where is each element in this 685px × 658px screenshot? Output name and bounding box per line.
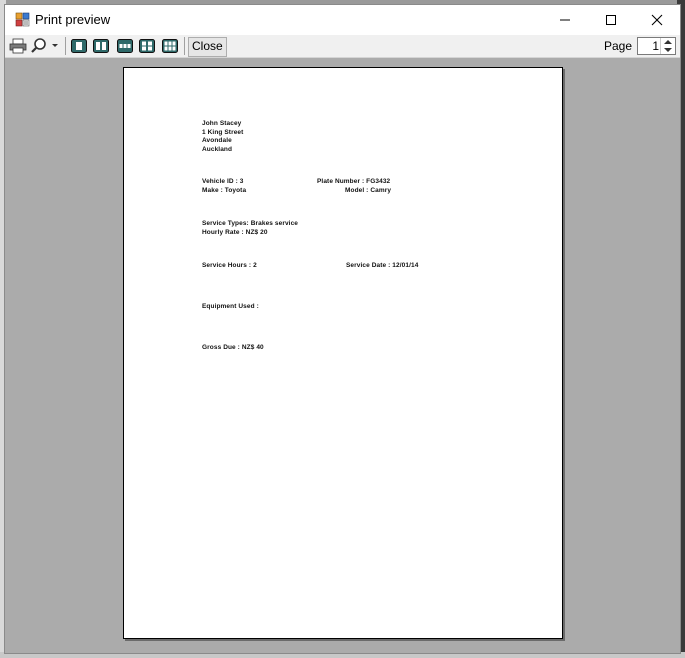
one-page-button[interactable] <box>71 38 87 54</box>
three-pages-icon <box>117 39 133 53</box>
address-suburb: Avondale <box>202 137 232 144</box>
spinner-arrows[interactable] <box>660 38 675 54</box>
minimize-icon <box>560 19 570 21</box>
spin-down-icon[interactable] <box>664 48 672 52</box>
zoom-icon <box>31 38 58 53</box>
four-pages-icon <box>139 39 155 53</box>
title-bar[interactable]: Print preview <box>5 5 680 35</box>
customer-name: John Stacey <box>202 120 242 127</box>
print-button[interactable] <box>9 38 27 54</box>
print-preview-app-icon <box>15 12 31 28</box>
close-button[interactable]: Close <box>188 37 227 57</box>
six-pages-button[interactable] <box>162 38 178 54</box>
service-types: Service Types: Brakes service <box>202 220 299 227</box>
address-street: 1 King Street <box>202 128 244 136</box>
vehicle-model: Model : Camry <box>345 186 392 194</box>
print-icon <box>9 38 27 54</box>
toolbar-separator <box>184 37 185 55</box>
page-number-spinner[interactable]: 1 <box>637 37 676 55</box>
four-pages-button[interactable] <box>139 38 155 54</box>
plate-number: Plate Number : FG3432 <box>317 178 391 185</box>
maximize-icon <box>606 15 616 25</box>
window-title: Print preview <box>35 12 111 27</box>
two-pages-button[interactable] <box>93 38 109 54</box>
preview-toolbar: Close Page 1 <box>5 35 680 58</box>
page-number-value: 1 <box>652 39 659 53</box>
vehicle-id: Vehicle ID : 3 <box>202 178 244 185</box>
close-icon <box>651 14 663 26</box>
gross-due: Gross Due : NZ$ 40 <box>202 344 264 351</box>
preview-page: John Stacey 1 King Street Avondale Auckl… <box>123 67 563 639</box>
two-pages-icon <box>93 39 109 53</box>
three-pages-button[interactable] <box>117 38 133 54</box>
print-preview-window: Print preview Close Page 1 John Stacey 1… <box>4 4 681 654</box>
six-pages-icon <box>162 39 178 53</box>
toolbar-separator <box>65 37 66 55</box>
maximize-button[interactable] <box>588 5 634 35</box>
vehicle-make: Make : Toyota <box>202 186 247 194</box>
hourly-rate: Hourly Rate : NZ$ 20 <box>202 228 268 236</box>
service-hours: Service Hours : 2 <box>202 262 257 269</box>
spin-up-icon[interactable] <box>664 40 672 44</box>
equipment-used: Equipment Used : <box>202 303 259 310</box>
zoom-button[interactable] <box>30 38 60 54</box>
minimize-button[interactable] <box>542 5 588 35</box>
page-label: Page <box>603 39 632 53</box>
close-window-button[interactable] <box>634 5 680 35</box>
service-date: Service Date : 12/01/14 <box>346 262 419 269</box>
address-city: Auckland <box>202 145 233 153</box>
one-page-icon <box>71 39 87 53</box>
